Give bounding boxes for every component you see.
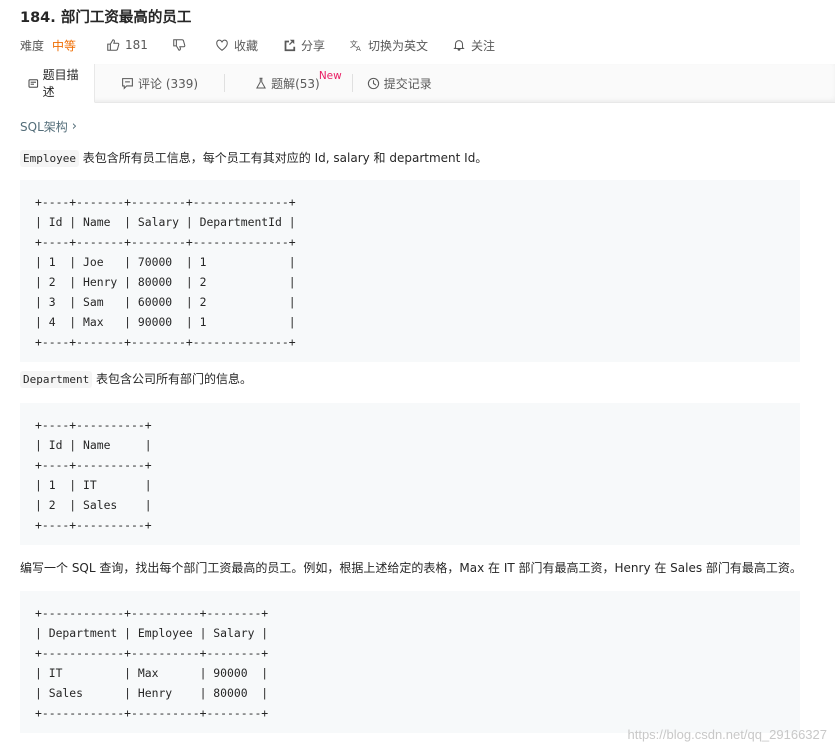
tab-submissions[interactable]: 提交记录: [353, 64, 444, 102]
table1-name: Employee: [20, 150, 79, 167]
bell-icon: [453, 40, 465, 51]
tab-submissions-label: 提交记录: [383, 76, 432, 91]
tab-solutions-label: 题解(53): [271, 76, 320, 91]
follow-label: 关注: [470, 38, 495, 53]
difficulty-label: 难度: [20, 38, 45, 53]
new-badge: New: [318, 70, 342, 82]
department-table-block: +----+----------+ | Id | Name | +----+--…: [20, 403, 800, 545]
table1-desc-text: 表包含所有员工信息，每个员工有其对应的 Id, salary 和 departm…: [78, 151, 488, 165]
table1-description: Employee 表包含所有员工信息，每个员工有其对应的 Id, salary …: [20, 149, 815, 168]
breadcrumb[interactable]: SQL架构 ›: [20, 117, 815, 135]
translate-label: 切换为英文: [367, 38, 428, 53]
like-count: 181: [125, 38, 148, 52]
like-button[interactable]: 181: [106, 38, 148, 52]
tab-bar: 题目描述 评论 (339) 题解(53) New 提交记录: [0, 64, 835, 103]
watermark: https://blog.csdn.net/qq_29166327: [627, 727, 828, 742]
heart-icon: [216, 39, 228, 51]
tab-comments[interactable]: 评论 (339): [95, 64, 210, 102]
share-button[interactable]: 分享: [282, 37, 325, 54]
tab-description[interactable]: 题目描述: [0, 64, 95, 103]
difficulty-value: 中等: [52, 38, 77, 53]
chevron-right-icon: ›: [71, 118, 77, 134]
follow-button[interactable]: 关注: [452, 37, 495, 54]
description-icon: [28, 78, 39, 88]
share-label: 分享: [300, 38, 325, 53]
svg-text:A: A: [356, 45, 361, 52]
problem-meta-bar: 难度 中等 181 收藏 分享 文A 切换为英文 关注: [20, 32, 815, 58]
tab-solutions[interactable]: 题解(53) New: [225, 64, 342, 102]
favorite-button[interactable]: 收藏: [215, 37, 258, 54]
question-text: 编写一个 SQL 查询，找出每个部门工资最高的员工。例如，根据上述给定的表格，M…: [20, 561, 802, 575]
share-icon: [284, 39, 296, 52]
favorite-label: 收藏: [233, 38, 258, 53]
problem-header: 184. 部门工资最高的员工 难度 中等 181 收藏 分享 文A 切换为英文 …: [0, 0, 835, 58]
problem-title: 184. 部门工资最高的员工: [20, 10, 192, 26]
comment-icon: [122, 77, 133, 90]
employee-table-block: +----+-------+--------+--------------+ |…: [20, 180, 800, 362]
clock-icon: [367, 77, 379, 89]
thumbs-down-icon: [173, 39, 186, 51]
table2-desc-text: 表包含公司所有部门的信息。: [92, 372, 253, 386]
breadcrumb-label: SQL架构: [20, 119, 68, 134]
flask-icon: [256, 77, 267, 88]
result-table-block: +------------+----------+--------+ | Dep…: [20, 591, 800, 733]
translate-button[interactable]: 文A 切换为英文: [349, 37, 428, 54]
table2-name: Department: [20, 371, 93, 388]
tab-description-label: 题目描述: [42, 68, 79, 99]
translate-icon: 文A: [350, 39, 361, 52]
dislike-button[interactable]: [172, 38, 191, 52]
table2-description: Department 表包含公司所有部门的信息。: [20, 370, 815, 389]
thumbs-up-icon: [107, 39, 120, 51]
problem-content: SQL架构 › Employee 表包含所有员工信息，每个员工有其对应的 Id,…: [0, 117, 835, 733]
tab-comments-label: 评论 (339): [138, 76, 199, 91]
